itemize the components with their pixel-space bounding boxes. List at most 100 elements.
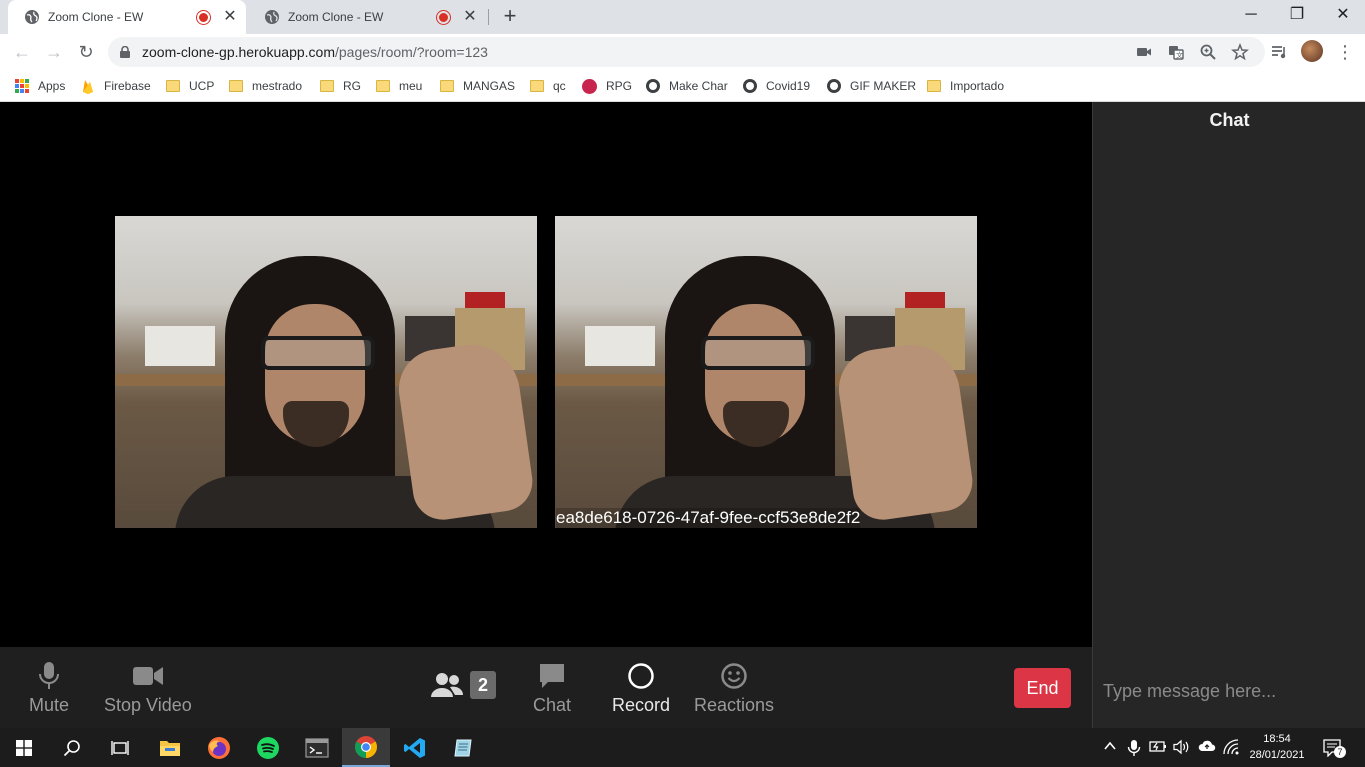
bookmark-covid19[interactable]: Covid19 [743, 77, 810, 95]
folder-icon [530, 80, 544, 92]
action-center-button[interactable]: 7 [1323, 739, 1346, 758]
participants-button[interactable]: 2 [430, 671, 496, 699]
end-call-button[interactable]: End [1014, 668, 1071, 708]
chat-label: Chat [533, 695, 572, 715]
reload-button[interactable]: ↻ [74, 40, 98, 64]
bookmark-folder-meu[interactable]: meu [376, 77, 422, 95]
search-button[interactable] [48, 728, 96, 767]
globe-icon [25, 10, 39, 24]
wifi-icon [1223, 739, 1239, 755]
task-view-button[interactable] [96, 728, 144, 767]
reactions-button[interactable]: Reactions [694, 661, 774, 716]
onedrive-tray-button[interactable] [1198, 739, 1216, 757]
camera-in-use-icon[interactable] [1135, 43, 1153, 61]
volume-tray-button[interactable] [1173, 739, 1191, 757]
windows-taskbar: 18:54 28/01/2021 7 [0, 728, 1365, 767]
folder-icon [927, 80, 941, 92]
bookmark-label: RPG [606, 79, 633, 93]
chrome-button[interactable] [342, 728, 390, 767]
new-tab-button[interactable]: + [498, 5, 522, 29]
profile-avatar[interactable] [1301, 40, 1323, 62]
d20-dice-icon [582, 78, 597, 94]
bookmark-gif-maker[interactable]: GIF MAKER [827, 77, 916, 95]
bookmark-folder-ucp[interactable]: UCP [166, 77, 214, 95]
bookmark-make-char[interactable]: Make Char [646, 77, 728, 95]
terminal-button[interactable] [293, 728, 341, 767]
tab-title: Zoom Clone - EW [48, 10, 144, 24]
close-window-button[interactable]: ✕ [1320, 0, 1365, 30]
bookmark-folder-qc[interactable]: qc [530, 77, 566, 95]
windows-logo-icon [16, 739, 32, 756]
folder-icon [166, 80, 180, 92]
bookmark-label: qc [553, 79, 566, 93]
bookmark-label: Make Char [669, 79, 728, 93]
globe-icon [646, 79, 660, 93]
spotify-icon [257, 736, 279, 759]
text-editor-button[interactable] [440, 728, 488, 767]
minimize-button[interactable]: ─ [1228, 0, 1274, 30]
restore-button[interactable]: ❐ [1274, 0, 1320, 30]
browser-tab[interactable]: Zoom Clone - EW ✕ [248, 0, 486, 34]
video-tile: ea8de618-0726-47af-9fee-ccf53e8de2f2 [555, 216, 977, 528]
chat-button[interactable]: Chat [533, 661, 571, 716]
file-explorer-icon [160, 740, 180, 756]
show-hidden-icons-button[interactable] [1101, 739, 1119, 757]
star-bookmark-icon[interactable] [1231, 43, 1249, 61]
record-button[interactable]: Record [612, 661, 670, 716]
bookmark-folder-mestrado[interactable]: mestrado [229, 77, 302, 95]
bookmark-label: UCP [189, 79, 215, 93]
bookmark-apps[interactable]: Apps [15, 77, 65, 95]
chat-message-input[interactable] [1103, 676, 1353, 706]
task-view-icon [111, 740, 129, 755]
vscode-icon [404, 737, 425, 758]
clock-time: 18:54 [1263, 733, 1291, 745]
translate-icon[interactable]: 文 [1167, 43, 1185, 61]
globe-icon [265, 10, 279, 24]
firefox-button[interactable] [195, 728, 243, 767]
smiley-icon [721, 663, 747, 689]
windows-start-button[interactable] [0, 728, 48, 767]
tab-separator [488, 9, 489, 25]
spotify-button[interactable] [244, 728, 292, 767]
apps-grid-icon [15, 79, 29, 93]
record-circle-icon [628, 663, 654, 689]
microphone-tray-button[interactable] [1125, 739, 1143, 757]
bookmark-label: Covid19 [766, 79, 811, 93]
mute-button[interactable]: Mute [29, 661, 69, 716]
bookmark-folder-importado[interactable]: Importado [927, 77, 1004, 95]
bookmark-folder-mangas[interactable]: MANGAS [440, 77, 515, 95]
video-camera-icon [132, 667, 163, 685]
vscode-button[interactable] [391, 728, 439, 767]
network-tray-button[interactable] [1222, 739, 1240, 757]
file-explorer-button[interactable] [146, 728, 194, 767]
chat-panel: Chat [1092, 102, 1365, 728]
media-control-icon[interactable] [1269, 42, 1289, 62]
video-grid: ea8de618-0726-47af-9fee-ccf53e8de2f2 [0, 102, 1092, 647]
url-path: /pages/room/?room=123 [335, 44, 488, 60]
stop-video-button[interactable]: Stop Video [104, 661, 192, 716]
close-tab-icon[interactable]: ✕ [222, 9, 238, 25]
back-button[interactable]: ← [10, 40, 34, 64]
speaker-icon [1173, 739, 1189, 755]
mute-label: Mute [29, 695, 70, 715]
chevron-up-icon [1104, 741, 1116, 750]
battery-tray-button[interactable] [1149, 739, 1167, 757]
globe-icon [827, 79, 841, 93]
zoom-icon[interactable] [1199, 43, 1217, 61]
notification-count-badge: 7 [1334, 746, 1346, 758]
bookmark-label: mestrado [252, 79, 303, 93]
system-clock[interactable]: 18:54 28/01/2021 [1246, 731, 1308, 763]
bookmark-firebase[interactable]: Firebase [82, 77, 151, 95]
bookmark-rpg[interactable]: RPG [582, 77, 632, 95]
close-tab-icon[interactable]: ✕ [462, 9, 478, 25]
tab-title: Zoom Clone - EW [288, 10, 384, 24]
browser-tab-active[interactable]: Zoom Clone - EW ✕ [8, 0, 246, 34]
address-bar[interactable]: zoom-clone-gp.herokuapp.com/pages/room/?… [108, 37, 1265, 67]
forward-button[interactable]: → [42, 40, 66, 64]
battery-charging-icon [1149, 741, 1166, 752]
microphone-icon [1127, 740, 1141, 756]
bookmark-label: GIF MAKER [850, 79, 917, 93]
folder-icon [376, 80, 390, 92]
bookmark-folder-rg[interactable]: RG [320, 77, 361, 95]
chrome-menu-button[interactable]: ⋮ [1333, 40, 1357, 64]
